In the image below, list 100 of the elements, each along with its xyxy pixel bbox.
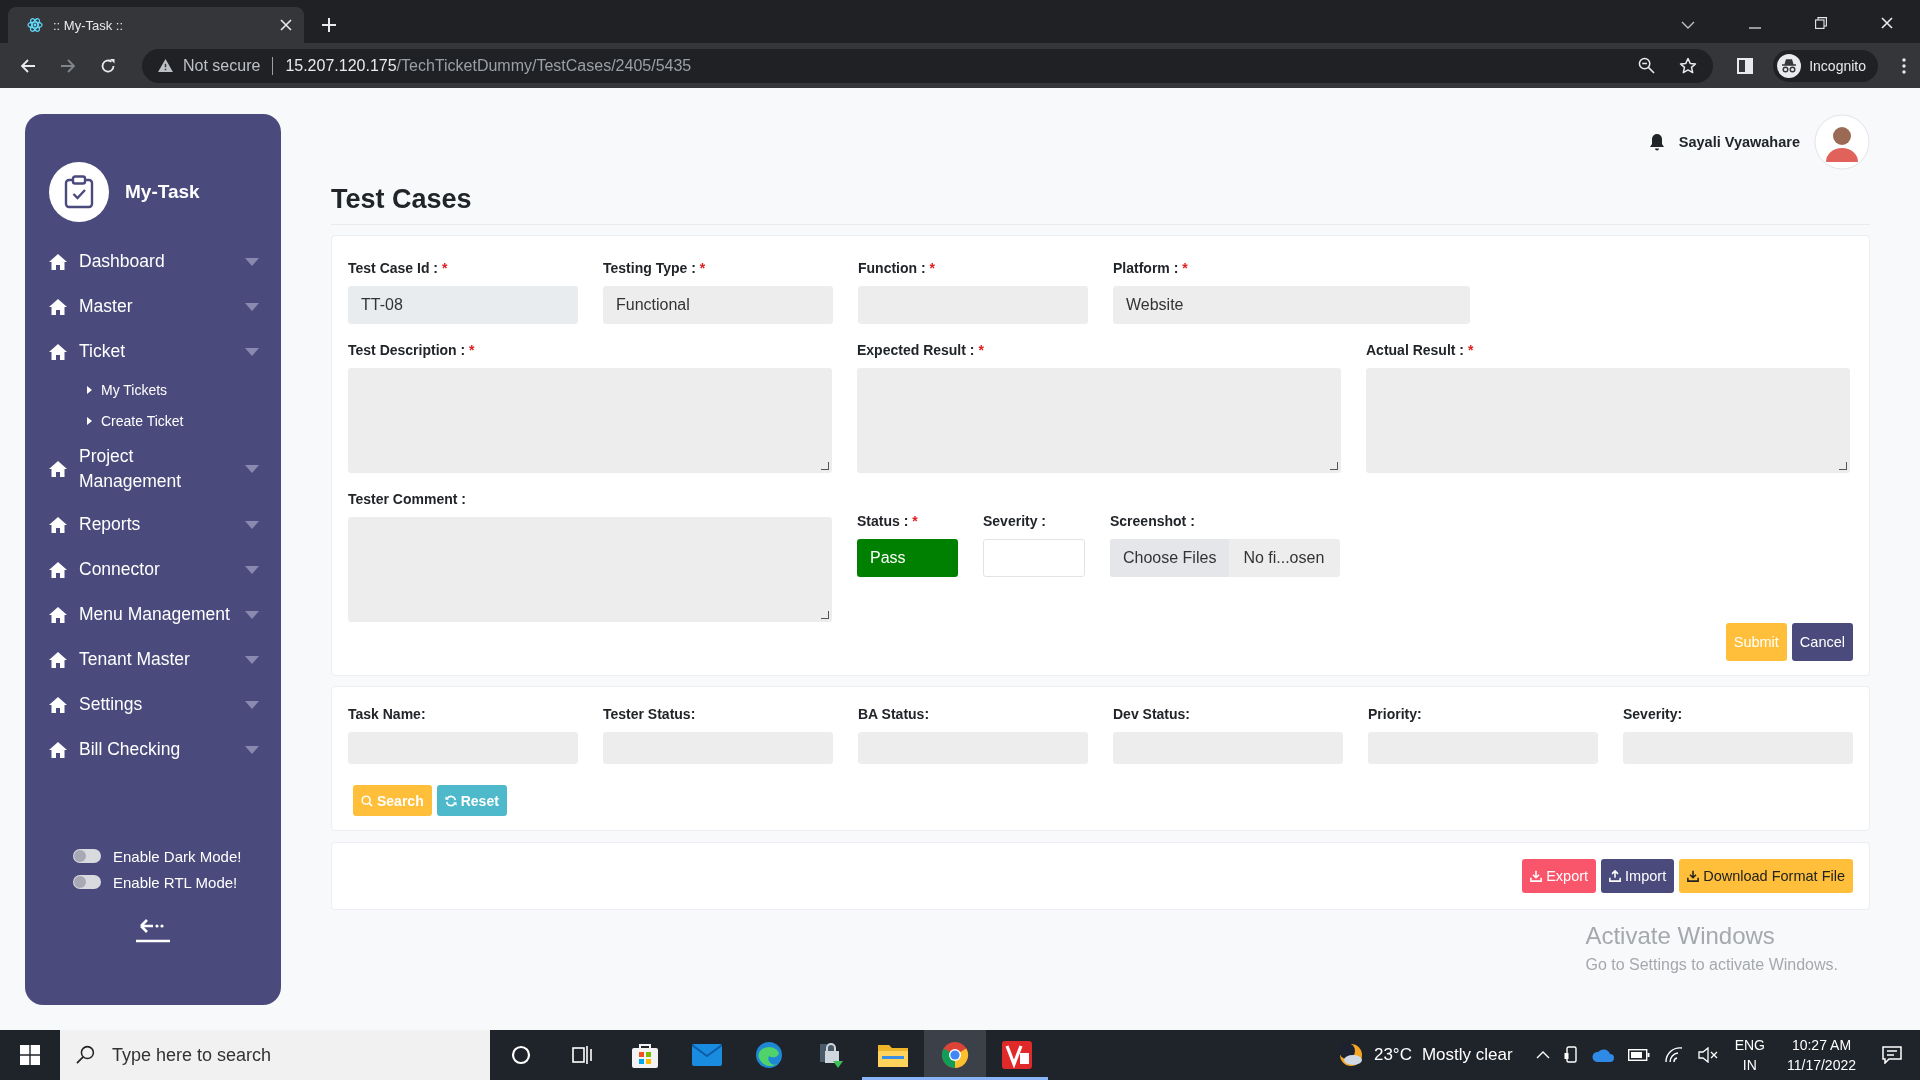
address-bar[interactable]: Not secure 15.207.120.175/TechTicketDummy/TestCases/2405/5435 xyxy=(142,48,1714,83)
home-icon xyxy=(49,651,67,668)
search-icon xyxy=(76,1045,95,1064)
sidebar-item[interactable]: Tenant Master xyxy=(25,637,281,682)
forward-icon[interactable] xyxy=(60,57,76,74)
chevron-down-icon[interactable] xyxy=(1681,21,1695,29)
restore-icon[interactable] xyxy=(1815,17,1827,29)
taskbar-search-field[interactable]: Type here to search xyxy=(60,1030,490,1080)
sidebar-item[interactable]: Connector xyxy=(25,547,281,592)
field-label: Testing Type : * xyxy=(603,260,707,278)
clipboard-check-icon xyxy=(64,175,94,209)
caret-icon xyxy=(245,465,259,473)
atom-icon xyxy=(27,17,43,33)
field-label: Actual Result : * xyxy=(1366,342,1475,360)
back-icon[interactable] xyxy=(20,57,36,74)
profile-button[interactable]: Incognito xyxy=(1773,49,1878,82)
tab-title: :: My-Task :: xyxy=(53,17,125,33)
toggle-label: Enable RTL Mode! xyxy=(113,873,238,891)
sidebar-item[interactable]: Master xyxy=(25,284,281,329)
shopping-bag-icon xyxy=(631,1041,659,1069)
select-field[interactable]: Website xyxy=(1113,286,1470,324)
action-button[interactable]: Download Format File xyxy=(1679,859,1853,893)
side-panel-icon[interactable] xyxy=(1737,57,1754,74)
download-icon xyxy=(1530,870,1543,882)
task-view-icon xyxy=(572,1045,594,1065)
toggle-label: Enable Dark Mode! xyxy=(113,847,242,865)
sidebar-item[interactable]: Ticket xyxy=(25,329,281,374)
phone-icon[interactable] xyxy=(1563,1046,1578,1064)
circle-icon xyxy=(511,1045,531,1065)
sidebar-item[interactable]: Settings xyxy=(25,682,281,727)
page-title: Test Cases xyxy=(331,182,1870,225)
taskbar-app[interactable] xyxy=(924,1030,986,1080)
submenu-item[interactable]: Create Ticket xyxy=(25,405,281,436)
url-text: 15.207.120.175/TechTicketDummy/TestCases/2405/5435 xyxy=(285,56,692,75)
bell-icon[interactable] xyxy=(1648,133,1665,151)
action-button[interactable]: Cancel xyxy=(1791,623,1853,661)
caret-icon xyxy=(245,565,259,574)
caret-right-icon xyxy=(87,385,92,394)
field-label: Task Name: xyxy=(348,706,427,724)
zoom-icon[interactable] xyxy=(1638,57,1656,74)
sidebar-item[interactable]: Menu Management xyxy=(25,592,281,637)
field-label: Severity: xyxy=(1623,706,1684,724)
activation-title: Activate Windows xyxy=(1585,922,1776,950)
close-icon[interactable] xyxy=(1881,17,1893,29)
security-label: Not secure xyxy=(183,56,261,75)
browser-tab[interactable]: :: My-Task :: xyxy=(8,7,304,43)
field-label: Platform : * xyxy=(1113,260,1189,278)
upload-icon xyxy=(1609,870,1622,882)
weather-widget[interactable]: 23°C Mostly clear xyxy=(1337,1042,1513,1068)
file-input[interactable]: Choose Files No fi...osen xyxy=(1110,539,1340,577)
home-icon xyxy=(49,561,67,578)
home-icon xyxy=(49,516,67,533)
field-label: Priority: xyxy=(1368,706,1423,724)
sidebar-item[interactable]: Reports xyxy=(25,502,281,547)
cloud-icon[interactable] xyxy=(1591,1048,1614,1062)
field-label: Screenshot : xyxy=(1110,513,1196,531)
sidebar-item[interactable]: Bill Checking xyxy=(25,727,281,772)
home-icon xyxy=(49,343,67,360)
avatar-icon[interactable] xyxy=(1814,114,1870,170)
field-label: Dev Status: xyxy=(1113,706,1192,724)
language-indicator[interactable]: ENG IN xyxy=(1734,1035,1765,1075)
submenu-item[interactable]: My Tickets xyxy=(25,374,281,405)
battery-icon[interactable] xyxy=(1627,1049,1650,1061)
menu-icon[interactable] xyxy=(1902,57,1906,74)
close-icon[interactable] xyxy=(280,19,292,31)
select-field[interactable] xyxy=(983,539,1085,577)
notification-icon[interactable] xyxy=(1882,1046,1902,1064)
star-icon[interactable] xyxy=(1679,56,1698,75)
field-label: Status : * xyxy=(857,513,919,531)
sidebar-item[interactable]: Project Management xyxy=(25,436,281,502)
caret-right-icon xyxy=(87,416,92,425)
input-field[interactable]: TT-08 xyxy=(348,286,578,324)
field-label: BA Status: xyxy=(858,706,931,724)
caret-icon xyxy=(245,302,259,311)
toggle-switch[interactable] xyxy=(73,875,101,889)
refresh-icon xyxy=(444,794,457,807)
windows-icon xyxy=(20,1045,40,1065)
field-label: Tester Status: xyxy=(603,706,697,724)
moon-icon xyxy=(1337,1042,1364,1068)
toggle-switch[interactable] xyxy=(73,849,101,863)
envelope-icon xyxy=(692,1044,722,1066)
home-icon xyxy=(49,606,67,623)
status-select[interactable]: Pass xyxy=(857,539,958,577)
speaker-muted-icon[interactable] xyxy=(1697,1047,1718,1063)
brand-name: My-Task xyxy=(125,181,200,203)
collapse-arrow-icon[interactable] xyxy=(135,917,171,943)
field-label: Test Description : * xyxy=(348,342,476,360)
caret-icon xyxy=(245,257,259,266)
reload-icon[interactable] xyxy=(100,57,116,74)
select-field[interactable]: Functional xyxy=(603,286,833,324)
home-icon xyxy=(49,741,67,758)
user-name: Sayali Vyawahare xyxy=(1678,134,1800,150)
wifi-icon[interactable] xyxy=(1663,1047,1684,1063)
sidebar-item[interactable]: Dashboard xyxy=(25,239,281,284)
caret-icon xyxy=(245,347,259,356)
chevron-up-icon[interactable] xyxy=(1535,1051,1550,1059)
field-label: Severity : xyxy=(983,513,1048,531)
action-button[interactable]: Import xyxy=(1601,859,1675,893)
clock[interactable]: 10:27 AM 11/17/2022 xyxy=(1786,1035,1856,1075)
new-tab-icon[interactable] xyxy=(322,18,336,32)
